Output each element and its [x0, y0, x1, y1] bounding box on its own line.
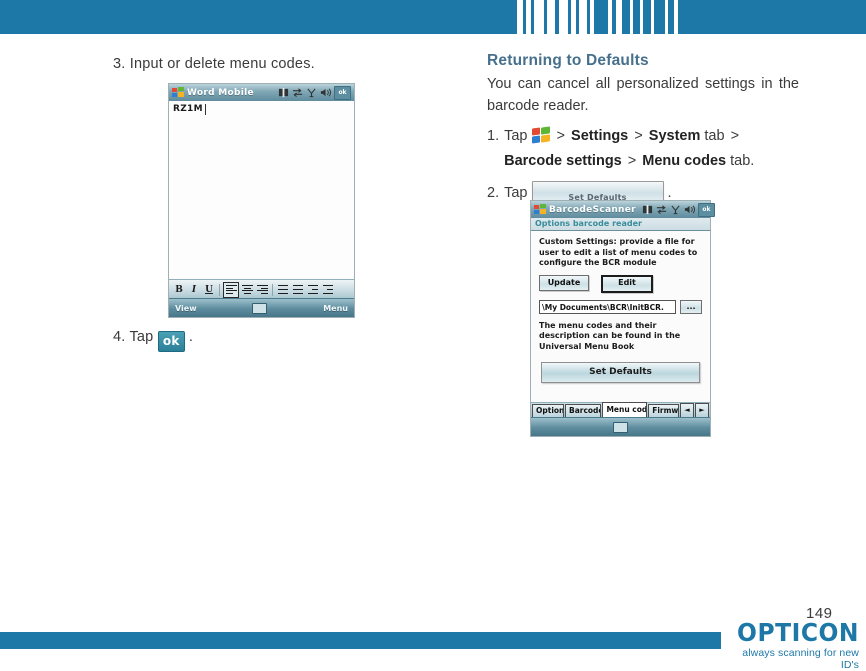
ok-button-chip[interactable]: ok [157, 331, 185, 352]
step-1-row: 1. Tap > Settings > System tab > Barcode… [487, 124, 799, 174]
keyboard-icon[interactable] [252, 302, 268, 314]
browse-button[interactable]: ... [680, 299, 702, 314]
barcode-stripe [534, 0, 544, 34]
barcode-stripe [547, 0, 555, 34]
menu-codes-note: The menu codes and their description can… [539, 320, 681, 351]
edit-button[interactable]: Edit [601, 274, 653, 293]
windows-flag-icon [534, 204, 546, 215]
separator-1: > [556, 128, 566, 144]
path-field-row: \My Documents\BCR\InitBCR. ... [539, 299, 702, 314]
softkey-menu[interactable]: Menu [323, 304, 348, 313]
italic-icon[interactable]: I [187, 283, 201, 297]
section-intro: You can cancel all personalized settings… [487, 76, 799, 114]
step-3-text: 3. Input or delete menu codes. [113, 56, 315, 72]
scanner-soft-key-bar[interactable] [531, 417, 710, 436]
softkey-view[interactable]: View [175, 304, 197, 313]
scanner-tab-options[interactable]: Options [532, 404, 564, 418]
barcode-stripe [643, 0, 651, 34]
pda-ok-button[interactable]: ok [334, 85, 351, 100]
menu-system: System [648, 128, 701, 144]
connectivity-icon [656, 205, 666, 215]
signal-icon [307, 88, 316, 98]
left-column: 3. Input or delete menu codes. [113, 52, 413, 76]
windows-flag-icon [172, 87, 184, 98]
formatting-toolbar[interactable]: B I U [169, 279, 354, 299]
volume-icon [278, 87, 289, 98]
scanner-button-row: Update Edit [539, 274, 702, 293]
decorative-barcode-stripes [517, 0, 678, 34]
underline-icon[interactable]: U [202, 283, 216, 297]
step-2-tap: Tap [504, 185, 528, 201]
brand-name: OPTICON [737, 618, 859, 647]
barcode-stripe [633, 0, 640, 34]
scanner-tab-firmwa[interactable]: Firmwa [648, 404, 679, 418]
scanner-tab-bar[interactable]: OptionsBarcodesMenu codesFirmwa◄► [531, 402, 710, 418]
separator-4: > [627, 153, 637, 169]
section-heading: Returning to Defaults [487, 52, 649, 69]
numbered-list-icon[interactable] [276, 283, 290, 297]
opticon-logo: OPTICON always scanning for new ID's [731, 620, 859, 671]
pda-title-text: Word Mobile [187, 87, 254, 98]
scanner-body: Custom Settings: provide a file for user… [531, 231, 710, 402]
connectivity-icon [292, 88, 303, 98]
tab-word-2: tab. [730, 153, 755, 169]
separator-3: > [730, 128, 740, 144]
text-caret [205, 104, 206, 115]
pda-titlebar: Word Mobile ok [169, 84, 354, 102]
bullet-list-icon[interactable] [291, 283, 305, 297]
tab-prev-arrow[interactable]: ◄ [680, 403, 694, 418]
signal-icon [671, 205, 680, 215]
align-right-icon[interactable] [255, 283, 269, 297]
barcode-stripe [594, 0, 608, 34]
barcode-stripe [654, 0, 665, 34]
scanner-tab-barcodes[interactable]: Barcodes [564, 404, 602, 418]
step-4-suffix: . [188, 329, 194, 345]
barcode-stripe [559, 0, 568, 34]
step-1-number: 1. [487, 128, 500, 144]
bold-icon[interactable]: B [172, 283, 186, 297]
custom-settings-description: Custom Settings: provide a file for user… [539, 237, 698, 267]
header-band-notch [674, 0, 678, 34]
document-text: RZ1M [173, 104, 203, 114]
menu-barcode-settings: Barcode settings [504, 153, 622, 169]
increase-indent-icon[interactable] [321, 283, 335, 297]
step-1-tap: Tap [504, 128, 528, 144]
keyboard-icon[interactable] [613, 421, 628, 433]
separator-2: > [634, 128, 643, 144]
header-band [0, 0, 866, 34]
speaker-icon [684, 205, 695, 214]
update-button[interactable]: Update [539, 274, 589, 291]
step-2-number: 2. [487, 185, 500, 201]
speaker-icon [320, 88, 331, 97]
scanner-tab-menu-codes[interactable]: Menu codes [602, 402, 648, 418]
align-left-icon[interactable] [223, 281, 239, 298]
tab-scroll-arrows[interactable]: ◄ ► [680, 403, 709, 418]
step-4-prefix: 4. Tap [113, 329, 154, 345]
step-4-row: 4. Tap ok . [113, 325, 193, 352]
step-2-suffix: . [667, 185, 672, 201]
windows-start-icon[interactable] [531, 126, 551, 144]
align-center-icon[interactable] [240, 283, 254, 297]
tab-next-arrow[interactable]: ► [695, 403, 709, 418]
scanner-subtitle: Options barcode reader [531, 218, 710, 231]
scanner-titlebar: BarcodeScanner ok [531, 201, 715, 219]
word-mobile-screenshot: Word Mobile ok RZ1M B I U View Menu [168, 83, 355, 318]
brand-tagline: always scanning for new ID's [742, 647, 859, 671]
barcode-stripe [622, 0, 630, 34]
right-column: Returning to Defaults You can cancel all… [487, 52, 799, 206]
menu-settings: Settings [571, 128, 629, 144]
barcode-scanner-screenshot: BarcodeScanner ok Options barcode reader… [530, 200, 715, 437]
scanner-title-text: BarcodeScanner [549, 204, 636, 215]
set-defaults-button[interactable]: Set Defaults [541, 362, 700, 383]
tab-word-1: tab [704, 128, 725, 144]
path-input[interactable]: \My Documents\BCR\InitBCR. [539, 299, 676, 314]
word-document-area[interactable]: RZ1M [169, 101, 354, 280]
decrease-indent-icon[interactable] [306, 283, 320, 297]
barcode-stripe [579, 0, 587, 34]
scanner-ok-button[interactable]: ok [697, 202, 715, 217]
menu-menu-codes: Menu codes [642, 153, 727, 169]
volume-icon [642, 204, 652, 215]
footer-bar [0, 632, 721, 649]
soft-key-bar[interactable]: View Menu [169, 298, 354, 317]
